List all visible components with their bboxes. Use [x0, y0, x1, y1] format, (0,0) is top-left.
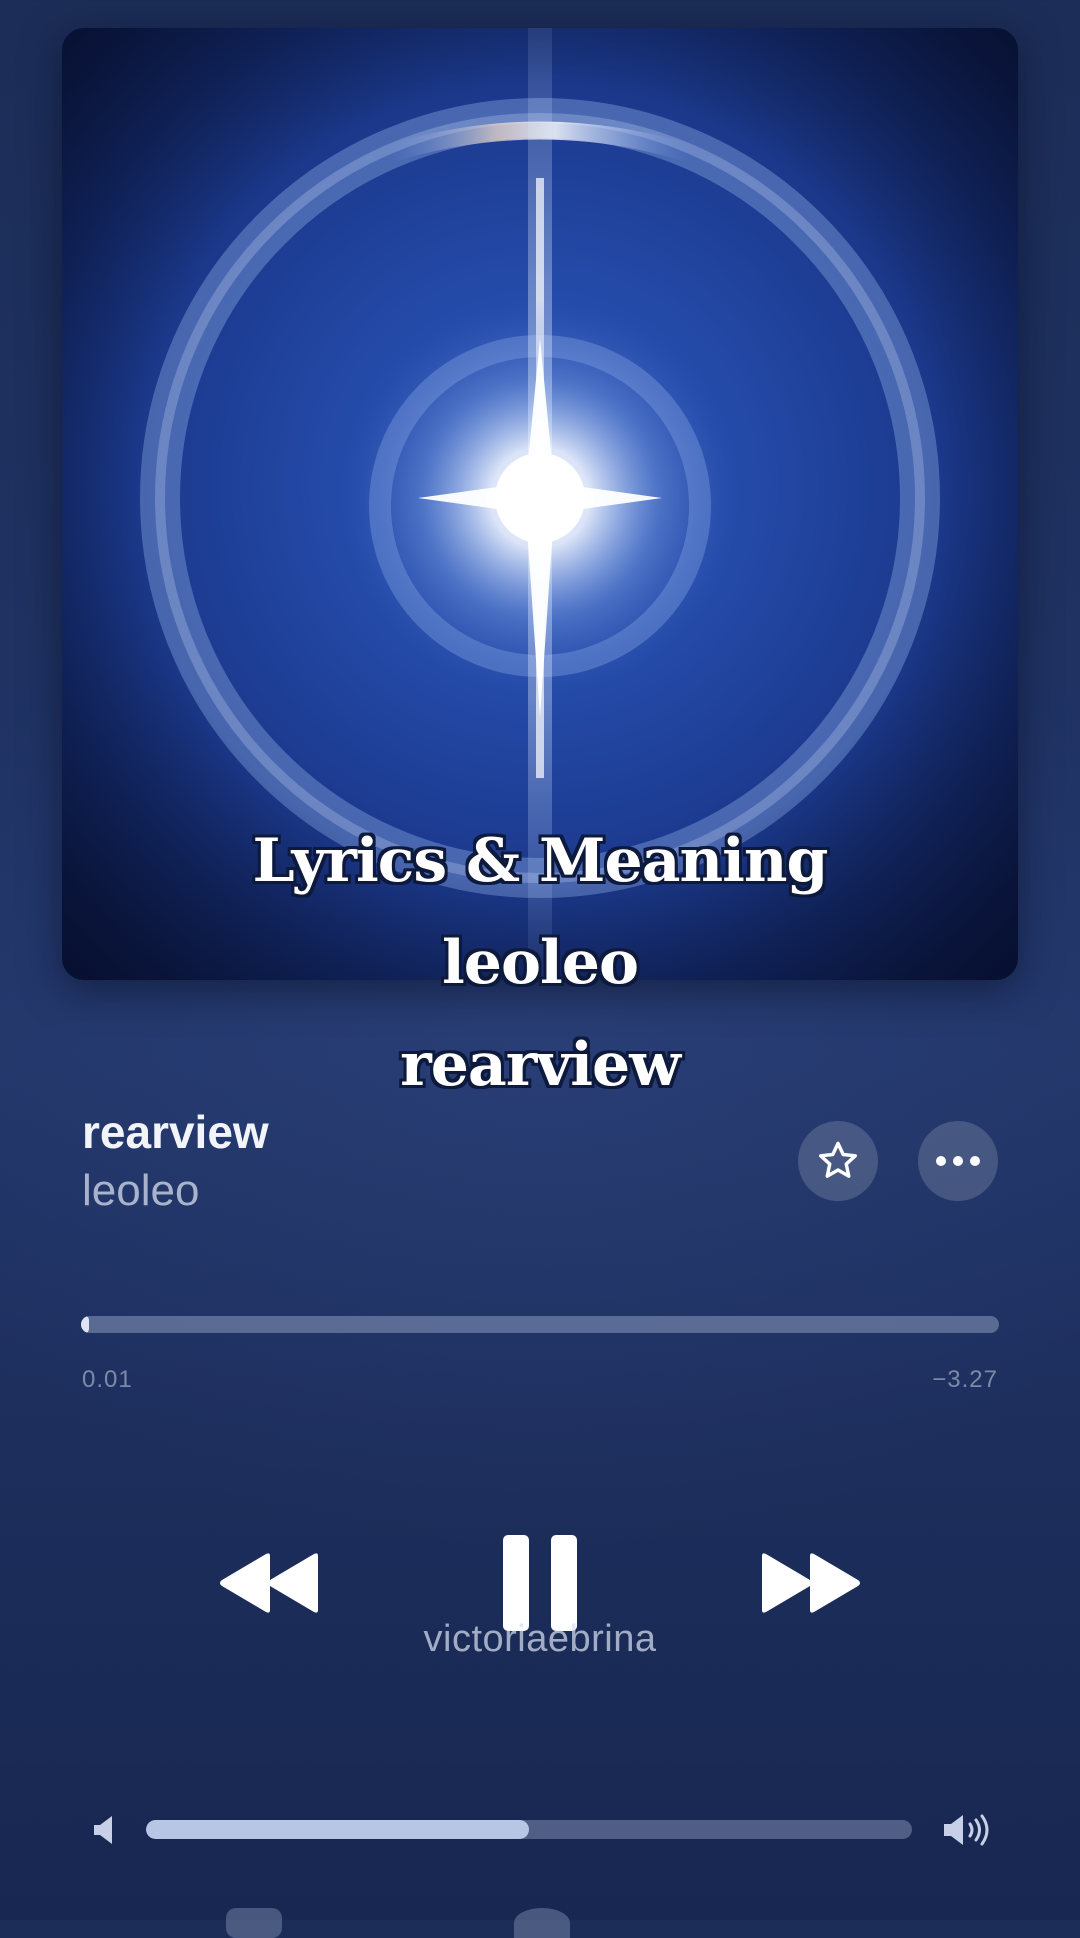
lyrics-button-partial[interactable] — [226, 1908, 282, 1938]
volume-slider[interactable] — [146, 1820, 912, 1839]
fast-forward-icon — [762, 1552, 860, 1613]
watermark-username: victoriaebrina — [423, 1618, 657, 1660]
speaker-high-icon — [944, 1814, 989, 1846]
overlay-caption-line2: leoleo — [442, 928, 639, 998]
rewind-icon — [220, 1552, 318, 1613]
overlay-caption-line3: rearview — [400, 1030, 681, 1100]
ellipsis-icon — [936, 1156, 980, 1166]
more-options-button[interactable] — [918, 1121, 998, 1201]
track-title: rearview — [82, 1106, 269, 1158]
remaining-time: −3.27 — [932, 1366, 998, 1393]
overlay-caption-line1: Lyrics & Meaning — [252, 826, 828, 896]
star-icon — [819, 1141, 857, 1178]
speaker-low-icon — [94, 1816, 112, 1844]
rewind-button[interactable] — [210, 1535, 330, 1630]
progress-scrubber[interactable] — [81, 1316, 999, 1333]
progress-fill — [81, 1316, 90, 1333]
volume-low-button[interactable] — [84, 1810, 124, 1850]
volume-fill — [146, 1820, 529, 1839]
favorite-button[interactable] — [798, 1121, 878, 1201]
track-artist[interactable]: leoleo — [82, 1166, 199, 1216]
airplay-button-partial[interactable] — [514, 1908, 570, 1938]
volume-high-button[interactable] — [940, 1808, 996, 1852]
elapsed-time: 0.01 — [82, 1366, 133, 1393]
fast-forward-button[interactable] — [750, 1535, 870, 1630]
